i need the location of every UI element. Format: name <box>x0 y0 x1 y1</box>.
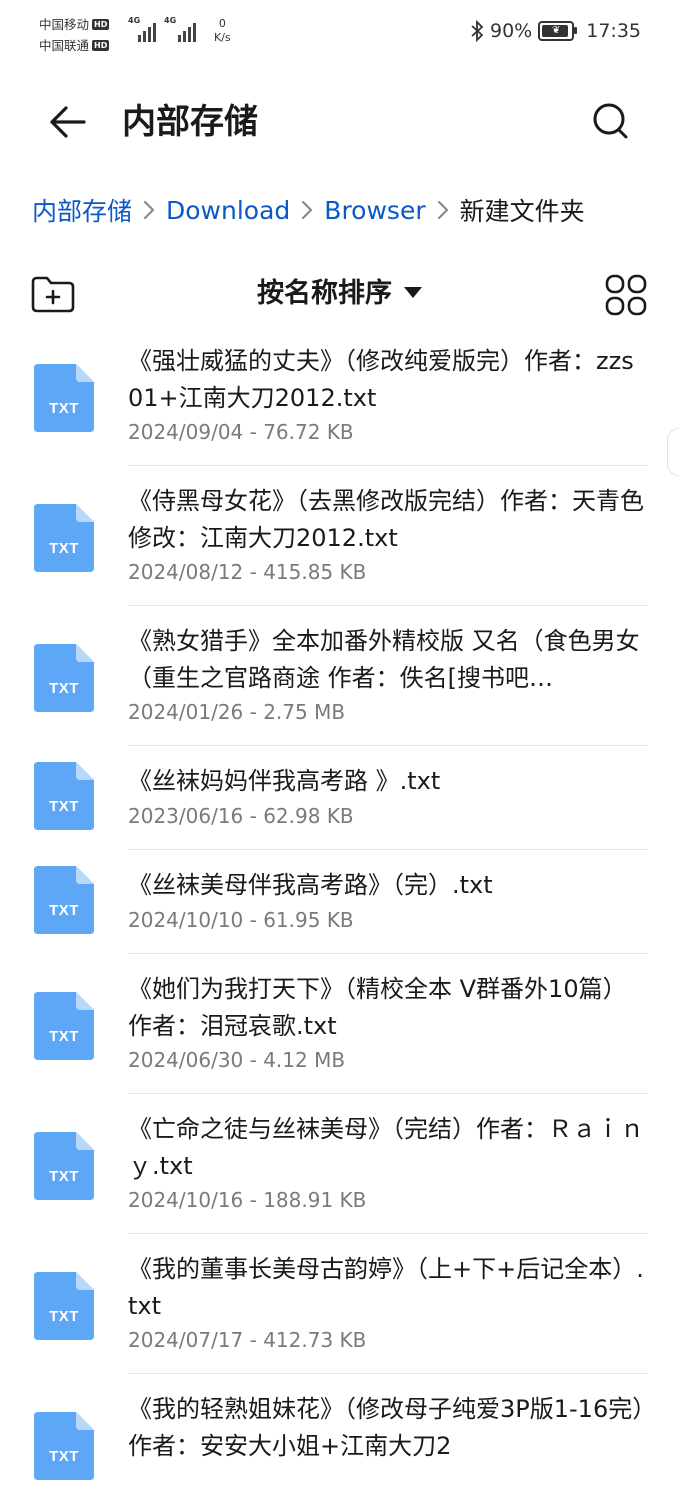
sort-dropdown[interactable]: 按名称排序 <box>0 274 679 314</box>
chevron-right-icon <box>302 200 313 220</box>
file-name: 《熟女猎手》全本加番外精校版 又名（食色男女（重生之官路商途 作者：佚名[搜书吧… <box>128 627 640 692</box>
bluetooth-icon <box>471 20 484 42</box>
file-name: 《亡命之徒与丝袜美母》（完结）作者：Ｒａｉｎｙ.txt <box>128 1115 644 1180</box>
file-row[interactable]: TXT 《我的轻熟姐妹花》（修改母子纯爱3P版1-16完）作者：安安大小姐+江南大… <box>0 1374 679 1500</box>
svg-text:TXT: TXT <box>49 540 79 557</box>
file-name: 《我的轻熟姐妹花》（修改母子纯爱3P版1-16完）作者：安安大小姐+江南大刀2 <box>128 1395 645 1460</box>
app-header: 内部存储 <box>0 80 679 164</box>
chevron-right-icon <box>143 200 155 220</box>
file-name: 《丝袜美母伴我高考路》（完）.txt <box>128 871 493 899</box>
file-row[interactable]: TXT 《熟女猎手》全本加番外精校版 又名（食色男女（重生之官路商途 作者：佚名[… <box>0 606 679 746</box>
svg-text:TXT: TXT <box>49 1308 79 1325</box>
txt-file-icon: TXT <box>34 1132 94 1200</box>
svg-text:TXT: TXT <box>49 400 79 417</box>
signal-icons: 4G 4G <box>128 16 196 42</box>
side-handle[interactable] <box>667 428 679 476</box>
txt-file-icon: TXT <box>34 644 94 712</box>
breadcrumb-internal-storage[interactable]: 内部存储 <box>32 192 132 228</box>
toolbar: 按名称排序 <box>0 268 679 324</box>
file-row[interactable]: TXT 《侍黑母女花》（去黑修改版完结）作者：天青色 修改：江南大刀2012.tx… <box>0 466 679 606</box>
sort-label: 按名称排序 <box>257 278 392 309</box>
svg-text:TXT: TXT <box>49 680 79 697</box>
file-name: 《强壮威猛的丈夫》（修改纯爱版完）作者：zzs01+江南大刀2012.txt <box>128 347 634 412</box>
grid-view-icon[interactable] <box>604 274 648 316</box>
battery-percent: 90% <box>490 20 533 42</box>
carrier-2: 中国联通 <box>39 38 90 53</box>
page-title: 内部存储 <box>122 102 258 142</box>
clock: 17:35 <box>586 20 641 42</box>
battery-icon: ❦ <box>538 21 578 41</box>
file-row[interactable]: TXT 《丝袜妈妈伴我高考路 》.txt 2023/06/16 - 62.98 KB <box>0 746 679 850</box>
signal-strength-icon: 4G <box>164 16 196 42</box>
file-meta: 2024/10/16 - 188.91 KB <box>128 1188 367 1212</box>
txt-file-icon: TXT <box>34 762 94 830</box>
file-name: 《丝袜妈妈伴我高考路 》.txt <box>128 767 441 795</box>
status-bar: 中国移动 HD 中国联通 HD 4G 4G 0 K/s 90% ❦ 17:35 <box>0 0 679 70</box>
svg-text:TXT: TXT <box>49 1028 79 1045</box>
file-row[interactable]: TXT 《强壮威猛的丈夫》（修改纯爱版完）作者：zzs01+江南大刀2012.tx… <box>0 326 679 466</box>
breadcrumb: 内部存储 Download Browser 新建文件夹 <box>32 188 585 232</box>
file-meta: 2024/10/10 - 61.95 KB <box>128 908 354 932</box>
breadcrumb-browser[interactable]: Browser <box>324 196 425 225</box>
file-row[interactable]: TXT 《我的董事长美母古韵婷》（上+下+后记全本）.txt 2024/07/17 … <box>0 1234 679 1374</box>
svg-text:TXT: TXT <box>49 1448 79 1465</box>
file-name: 《她们为我打天下》（精校全本 V群番外10篇）作者：泪冠哀歌.txt <box>128 975 627 1040</box>
file-meta: 2024/07/17 - 412.73 KB <box>128 1328 367 1352</box>
hd-badge: HD <box>92 19 110 30</box>
txt-file-icon: TXT <box>34 866 94 934</box>
file-row[interactable]: TXT 《她们为我打天下》（精校全本 V群番外10篇）作者：泪冠哀歌.txt 202… <box>0 954 679 1094</box>
file-name: 《侍黑母女花》（去黑修改版完结）作者：天青色 修改：江南大刀2012.txt <box>128 487 644 552</box>
file-meta: 2023/06/16 - 62.98 KB <box>128 804 354 828</box>
txt-file-icon: TXT <box>34 992 94 1060</box>
file-name: 《我的董事长美母古韵婷》（上+下+后记全本）.txt <box>128 1255 644 1320</box>
hd-badge: HD <box>92 40 110 51</box>
chevron-right-icon <box>437 200 448 220</box>
file-meta: 2024/06/30 - 4.12 MB <box>128 1048 346 1072</box>
network-speed: 0 K/s <box>214 17 231 44</box>
file-row[interactable]: TXT 《丝袜美母伴我高考路》（完）.txt 2024/10/10 - 61.95 … <box>0 850 679 954</box>
svg-text:TXT: TXT <box>49 902 79 919</box>
breadcrumb-current-folder: 新建文件夹 <box>459 197 585 226</box>
file-meta: 2024/08/12 - 415.85 KB <box>128 560 367 584</box>
file-meta: 2024/01/26 - 2.75 MB <box>128 700 346 724</box>
search-icon[interactable] <box>588 98 636 146</box>
carrier-info: 中国移动 HD 中国联通 HD <box>39 14 110 56</box>
txt-file-icon: TXT <box>34 504 94 572</box>
carrier-1: 中国移动 <box>39 17 90 32</box>
svg-text:TXT: TXT <box>49 1168 79 1185</box>
breadcrumb-download[interactable]: Download <box>166 196 290 225</box>
dropdown-arrow-icon <box>404 287 422 298</box>
file-row[interactable]: TXT 《亡命之徒与丝袜美母》（完结）作者：Ｒａｉｎｙ.txt 2024/10/16… <box>0 1094 679 1234</box>
txt-file-icon: TXT <box>34 364 94 432</box>
file-meta: 2024/09/04 - 76.72 KB <box>128 420 354 444</box>
txt-file-icon: TXT <box>34 1272 94 1340</box>
back-arrow-icon[interactable] <box>44 100 92 144</box>
txt-file-icon: TXT <box>34 1412 94 1480</box>
signal-strength-icon: 4G <box>128 16 156 42</box>
svg-text:TXT: TXT <box>49 798 79 815</box>
file-list: TXT 《强壮威猛的丈夫》（修改纯爱版完）作者：zzs01+江南大刀2012.tx… <box>0 326 679 1500</box>
